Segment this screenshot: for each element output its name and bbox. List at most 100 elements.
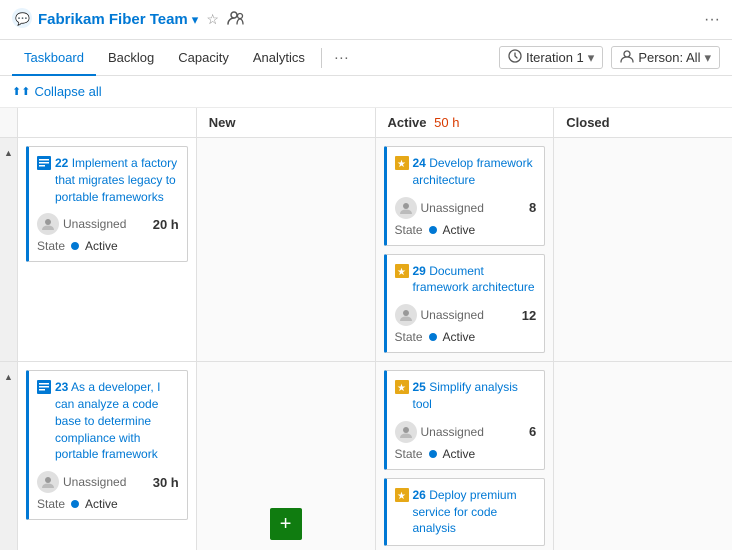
card-22-title[interactable]: 22 Implement a factory that migrates leg… (37, 155, 179, 205)
swimlane-1-closed-cell (554, 138, 732, 361)
card-25-state-dot (429, 450, 437, 458)
card-22-state-dot (71, 242, 79, 250)
col-header-new: New (197, 108, 376, 137)
card-23[interactable]: 23 As a developer, I can analyze a code … (26, 370, 188, 520)
card-29[interactable]: ★ 29 Document framework architecture Una… (384, 254, 546, 354)
card-22-assignee: Unassigned (37, 213, 126, 235)
collapse-icon: ⬆⬆ (12, 85, 30, 98)
top-bar: 💬 Fabrikam Fiber Team ▾ ☆ ··· (0, 0, 732, 40)
card-25-avatar (395, 421, 417, 443)
person-label: Person: All (638, 50, 700, 65)
card-29-type-icon: ★ (395, 264, 409, 297)
swimlane-2-todo-cell: 23 As a developer, I can analyze a code … (18, 362, 197, 550)
card-25-meta: Unassigned 6 (395, 421, 537, 443)
active-hours: 50 h (434, 115, 459, 130)
card-26-id: 26 (413, 488, 426, 502)
card-24-id: 24 (413, 156, 426, 170)
svg-text:★: ★ (397, 383, 406, 394)
card-23-state-dot (71, 500, 79, 508)
card-23-type-icon (37, 380, 51, 463)
board: New Active 50 h Closed ▲ (0, 108, 732, 550)
card-22-avatar (37, 213, 59, 235)
swimlane-gutter-header (0, 108, 18, 137)
more-options-icon[interactable]: ··· (704, 11, 720, 29)
card-24-type-icon: ★ (395, 156, 409, 189)
card-24-meta: Unassigned 8 (395, 197, 537, 219)
toolbar: ⬆⬆ Collapse all (0, 76, 732, 108)
card-23-assignee: Unassigned (37, 471, 126, 493)
card-24-title[interactable]: ★ 24 Develop framework architecture (395, 155, 537, 189)
nav-item-backlog[interactable]: Backlog (96, 40, 166, 76)
card-26[interactable]: ★ 26 Deploy premium service for code ana… (384, 478, 546, 546)
card-22[interactable]: 22 Implement a factory that migrates leg… (26, 146, 188, 262)
team-icon: 💬 (12, 8, 32, 31)
card-23-id: 23 (55, 380, 68, 394)
nav-separator (321, 48, 322, 68)
iteration-picker[interactable]: Iteration 1 ▾ (499, 46, 603, 69)
swimlane-1-active-cell: ★ 24 Develop framework architecture Unas… (376, 138, 555, 361)
person-picker[interactable]: Person: All ▾ (611, 46, 720, 69)
card-29-title[interactable]: ★ 29 Document framework architecture (395, 263, 537, 297)
card-26-type-icon: ★ (395, 488, 409, 537)
card-29-meta: Unassigned 12 (395, 304, 537, 326)
card-24-avatar (395, 197, 417, 219)
nav-bar: Taskboard Backlog Capacity Analytics ···… (0, 40, 732, 76)
card-22-meta: Unassigned 20 h (37, 213, 179, 235)
swimlane-2-closed-cell (554, 362, 732, 550)
team-chevron-icon[interactable]: ▾ (192, 12, 199, 28)
card-25[interactable]: ★ 25 Simplify analysis tool Unassigned 6 (384, 370, 546, 470)
col-header-closed: Closed (554, 108, 732, 137)
person-icon (620, 49, 634, 66)
card-26-title[interactable]: ★ 26 Deploy premium service for code ana… (395, 487, 537, 537)
swimlane-1-todo-cell: 22 Implement a factory that migrates leg… (18, 138, 197, 361)
col-header-todo (18, 108, 197, 137)
swimlane-2-new-cell: + (197, 362, 376, 550)
card-25-title[interactable]: ★ 25 Simplify analysis tool (395, 379, 537, 413)
iteration-chevron-icon: ▾ (588, 50, 595, 66)
svg-text:★: ★ (397, 267, 406, 278)
swimlane-1: ▲ 22 Implement a factory that migrates l… (0, 138, 732, 362)
card-24-state: State Active (395, 223, 537, 237)
iteration-label: Iteration 1 (526, 50, 584, 65)
nav-item-capacity[interactable]: Capacity (166, 40, 241, 76)
card-23-title[interactable]: 23 As a developer, I can analyze a code … (37, 379, 179, 463)
board-inner: New Active 50 h Closed ▲ (0, 108, 732, 550)
svg-text:★: ★ (397, 159, 406, 170)
collapse-all-button[interactable]: ⬆⬆ Collapse all (12, 84, 102, 99)
card-29-avatar (395, 304, 417, 326)
card-25-id: 25 (413, 380, 426, 394)
card-25-assignee: Unassigned (395, 421, 484, 443)
svg-text:💬: 💬 (15, 12, 30, 26)
column-headers: New Active 50 h Closed (0, 108, 732, 138)
people-icon[interactable] (227, 9, 245, 30)
nav-item-analytics[interactable]: Analytics (241, 40, 317, 76)
card-22-id: 22 (55, 156, 68, 170)
card-29-id: 29 (413, 264, 426, 278)
card-23-avatar (37, 471, 59, 493)
swimlane-2: ▲ 23 As a developer, I can analyze a cod… (0, 362, 732, 550)
card-24-state-dot (429, 226, 437, 234)
swimlane-2-active-cell: ★ 25 Simplify analysis tool Unassigned 6 (376, 362, 555, 550)
card-29-hours: 12 (522, 308, 536, 323)
card-25-state: State Active (395, 447, 537, 461)
card-24[interactable]: ★ 24 Develop framework architecture Unas… (384, 146, 546, 246)
nav-more-button[interactable]: ··· (326, 49, 357, 66)
card-25-type-icon: ★ (395, 380, 409, 413)
svg-text:★: ★ (397, 491, 406, 502)
star-icon[interactable]: ☆ (206, 11, 219, 28)
card-25-hours: 6 (529, 424, 536, 439)
card-22-type-icon (37, 156, 51, 205)
card-29-state: State Active (395, 330, 537, 344)
add-card-button[interactable]: + (270, 508, 302, 540)
nav-item-taskboard[interactable]: Taskboard (12, 40, 96, 76)
card-22-hours: 20 h (153, 217, 179, 232)
swimlane-1-toggle[interactable]: ▲ (0, 138, 18, 361)
iteration-icon (508, 49, 522, 66)
card-24-assignee: Unassigned (395, 197, 484, 219)
card-24-hours: 8 (529, 200, 536, 215)
card-29-state-dot (429, 333, 437, 341)
team-name[interactable]: Fabrikam Fiber Team (38, 11, 188, 28)
card-23-state: State Active (37, 497, 179, 511)
swimlane-1-new-cell (197, 138, 376, 361)
swimlane-2-toggle[interactable]: ▲ (0, 362, 18, 550)
